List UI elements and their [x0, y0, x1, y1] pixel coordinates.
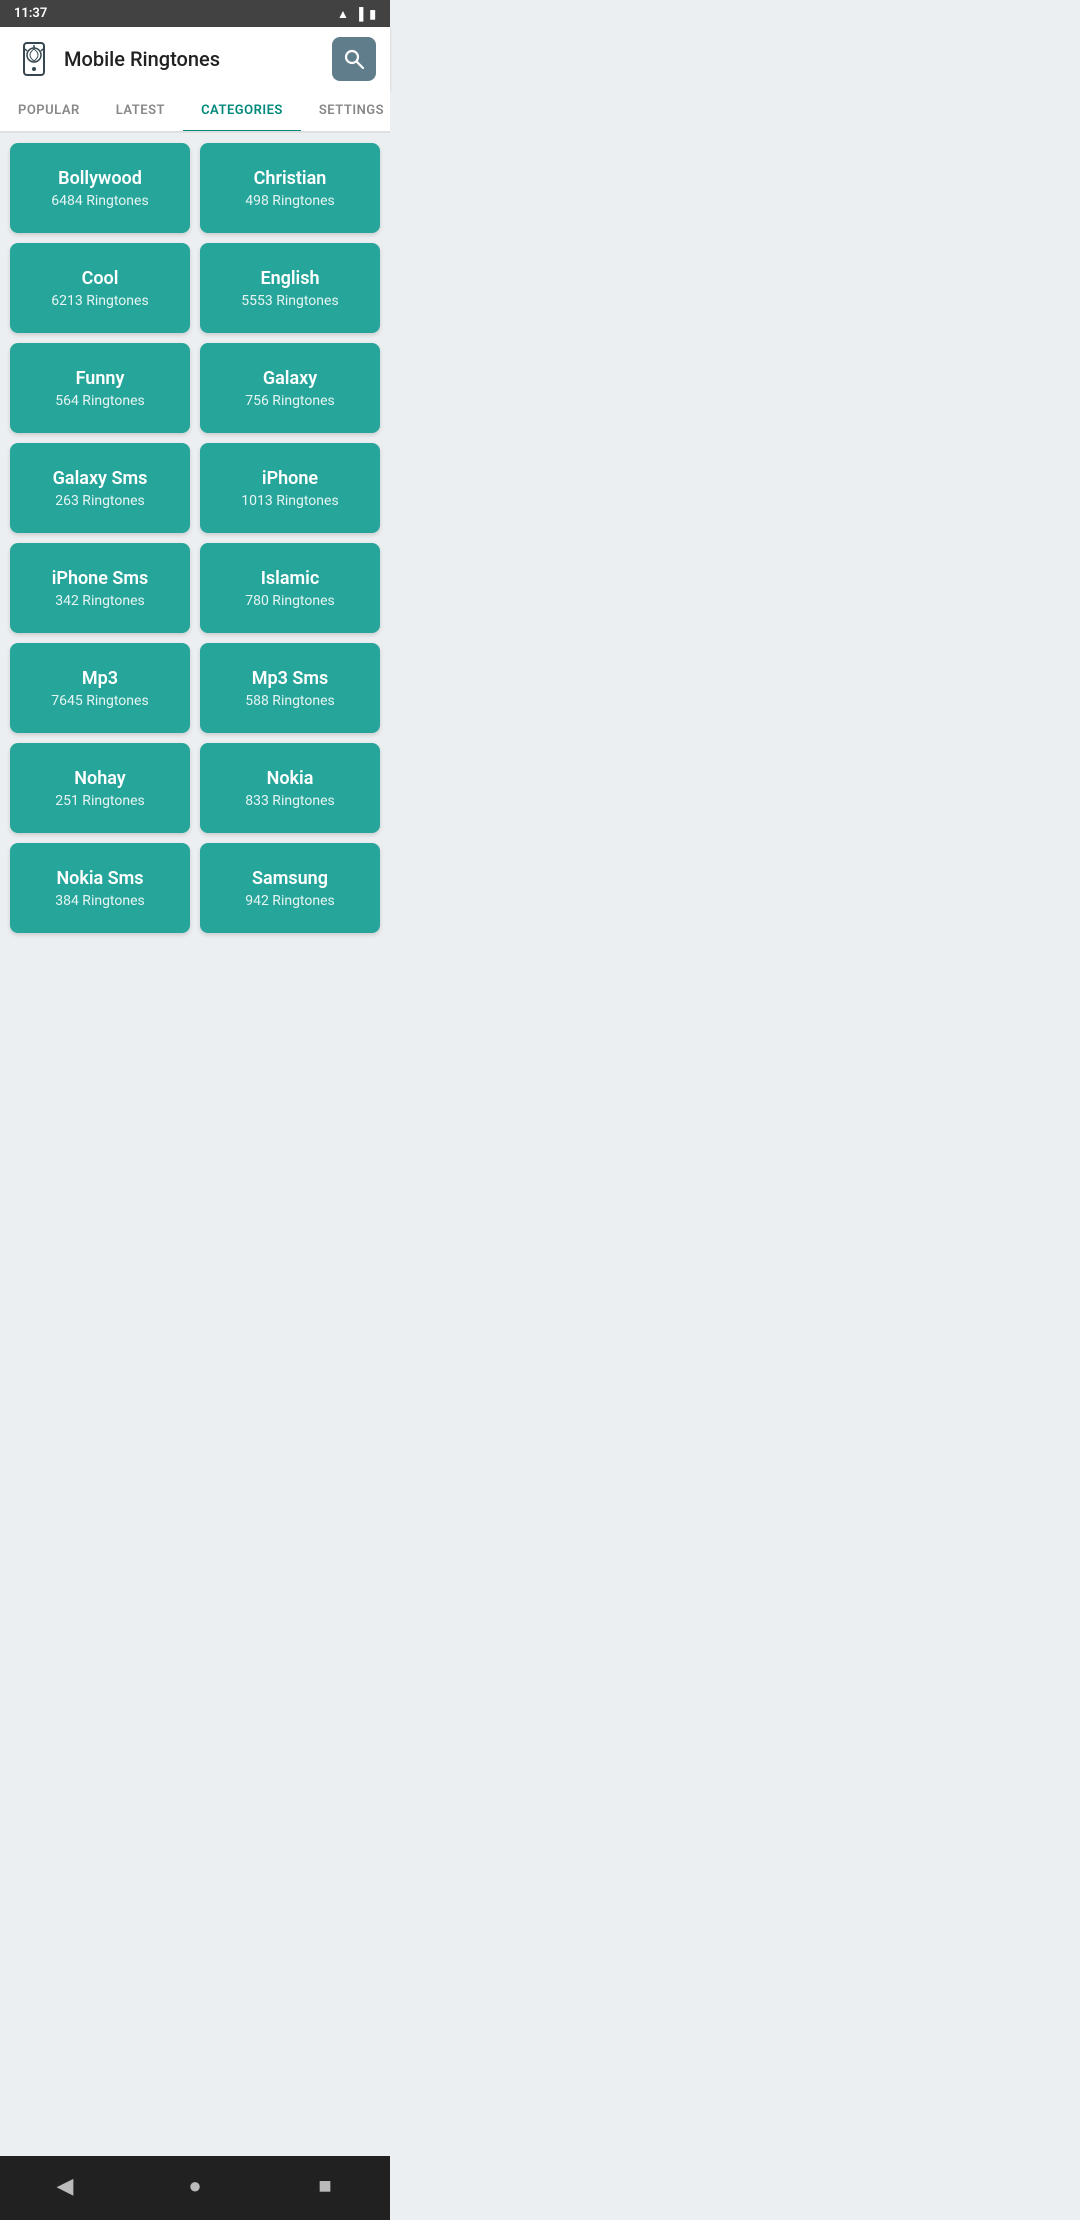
category-card[interactable]: Galaxy 756 Ringtones	[200, 343, 380, 433]
category-title: Funny	[76, 368, 125, 389]
category-title: Islamic	[261, 568, 319, 589]
category-title: Christian	[254, 168, 327, 189]
wifi-icon: ▲	[337, 7, 349, 21]
category-card[interactable]: English 5553 Ringtones	[200, 243, 380, 333]
app-title: Mobile Ringtones	[64, 47, 322, 71]
category-title: Galaxy Sms	[53, 468, 148, 489]
category-title: Cool	[82, 268, 119, 289]
category-card[interactable]: Bollywood 6484 Ringtones	[10, 143, 190, 233]
category-title: Nokia Sms	[56, 868, 143, 889]
category-count: 588 Ringtones	[245, 693, 335, 709]
category-title: Galaxy	[263, 368, 317, 389]
category-title: Samsung	[252, 868, 328, 889]
app-bar: Mobile Ringtones	[0, 27, 390, 91]
status-icons: ▲ ▐ ▮	[337, 7, 376, 21]
category-title: iPhone Sms	[52, 568, 149, 589]
home-button[interactable]: ●	[175, 2166, 215, 2206]
battery-icon: ▮	[369, 7, 376, 21]
category-count: 384 Ringtones	[55, 893, 145, 909]
category-count: 6484 Ringtones	[51, 193, 148, 209]
signal-icon: ▐	[355, 7, 364, 21]
category-card[interactable]: Nokia 833 Ringtones	[200, 743, 380, 833]
category-title: Bollywood	[58, 168, 142, 189]
app-logo-icon	[14, 39, 54, 79]
category-card[interactable]: Christian 498 Ringtones	[200, 143, 380, 233]
tab-latest[interactable]: LATEST	[98, 91, 183, 133]
category-card[interactable]: iPhone 1013 Ringtones	[200, 443, 380, 533]
back-button[interactable]: ◀	[45, 2166, 85, 2206]
bottom-nav: ◀ ● ■	[0, 2156, 390, 2220]
category-title: Mp3	[82, 668, 118, 689]
category-card[interactable]: Galaxy Sms 263 Ringtones	[10, 443, 190, 533]
recent-button[interactable]: ■	[305, 2166, 345, 2206]
category-title: Nohay	[74, 768, 125, 789]
category-count: 251 Ringtones	[55, 793, 145, 809]
search-button[interactable]	[332, 37, 376, 81]
category-count: 564 Ringtones	[55, 393, 145, 409]
category-card[interactable]: Funny 564 Ringtones	[10, 343, 190, 433]
category-count: 833 Ringtones	[245, 793, 335, 809]
category-count: 6213 Ringtones	[51, 293, 148, 309]
category-count: 942 Ringtones	[245, 893, 335, 909]
tab-popular[interactable]: POPULAR	[0, 91, 98, 133]
category-card[interactable]: Cool 6213 Ringtones	[10, 243, 190, 333]
category-card[interactable]: Mp3 Sms 588 Ringtones	[200, 643, 380, 733]
category-count: 1013 Ringtones	[241, 493, 338, 509]
category-card[interactable]: Nohay 251 Ringtones	[10, 743, 190, 833]
tab-bar: POPULAR LATEST CATEGORIES SETTINGS FAQ	[0, 91, 390, 133]
status-time: 11:37	[14, 6, 47, 21]
tab-settings[interactable]: SETTINGS	[301, 91, 390, 133]
category-count: 263 Ringtones	[55, 493, 145, 509]
status-bar: 11:37 ▲ ▐ ▮	[0, 0, 390, 27]
category-count: 7645 Ringtones	[51, 693, 148, 709]
category-title: Nokia	[267, 768, 314, 789]
category-title: Mp3 Sms	[252, 668, 329, 689]
category-count: 780 Ringtones	[245, 593, 335, 609]
categories-grid: Bollywood 6484 Ringtones Christian 498 Ring…	[0, 133, 390, 943]
category-count: 5553 Ringtones	[241, 293, 338, 309]
category-title: iPhone	[262, 468, 318, 489]
category-count: 498 Ringtones	[245, 193, 335, 209]
category-card[interactable]: Islamic 780 Ringtones	[200, 543, 380, 633]
category-count: 342 Ringtones	[55, 593, 145, 609]
category-title: English	[260, 268, 319, 289]
category-card[interactable]: Nokia Sms 384 Ringtones	[10, 843, 190, 933]
category-card[interactable]: iPhone Sms 342 Ringtones	[10, 543, 190, 633]
category-card[interactable]: Mp3 7645 Ringtones	[10, 643, 190, 733]
category-count: 756 Ringtones	[245, 393, 335, 409]
category-card[interactable]: Samsung 942 Ringtones	[200, 843, 380, 933]
tab-categories[interactable]: CATEGORIES	[183, 91, 301, 133]
